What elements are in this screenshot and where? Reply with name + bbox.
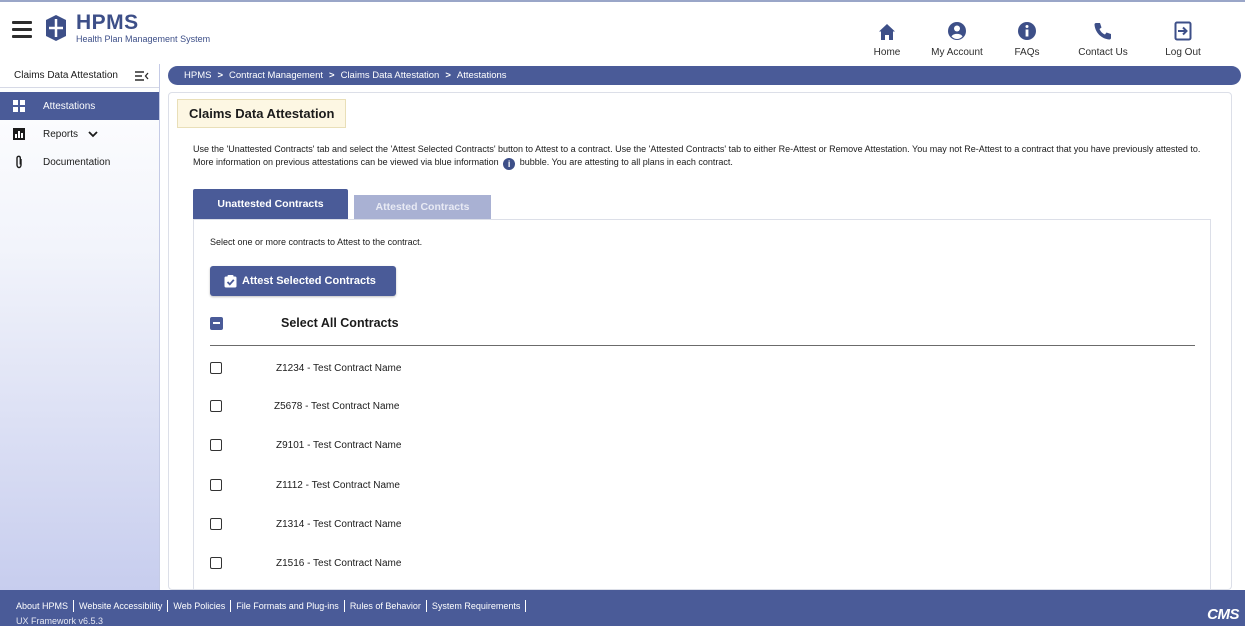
attest-selected-contracts-button[interactable]: Attest Selected Contracts <box>210 266 396 296</box>
app-subtitle: Health Plan Management System <box>76 34 211 44</box>
contract-checkbox[interactable] <box>210 400 222 412</box>
hamburger-menu-icon[interactable] <box>12 21 32 38</box>
tab-unattested-contracts[interactable]: Unattested Contracts <box>193 189 348 219</box>
list-item: Z5678 - Test Contract Name <box>210 398 399 414</box>
nav-log-out[interactable]: Log Out <box>1161 10 1205 58</box>
tab-attested-contracts[interactable]: Attested Contracts <box>354 195 491 219</box>
nav-home[interactable]: Home <box>867 10 907 58</box>
nav-faqs[interactable]: FAQs <box>1007 10 1047 58</box>
divider <box>210 345 1195 346</box>
list-item: Z9101 - Test Contract Name <box>210 437 401 453</box>
contract-label: Z1112 - Test Contract Name <box>276 479 400 491</box>
nav-contact-us[interactable]: Contact Us <box>1073 10 1133 58</box>
breadcrumb-separator-icon: > <box>445 70 451 81</box>
home-icon <box>879 24 895 40</box>
breadcrumb-item-hpms[interactable]: HPMS <box>184 70 211 81</box>
instructions-text: Use the 'Unattested Contracts' tab and s… <box>193 144 1201 170</box>
contract-checkbox[interactable] <box>210 479 222 491</box>
breadcrumb-separator-icon: > <box>329 70 335 81</box>
sidebar-item-documentation[interactable]: Documentation <box>0 148 159 176</box>
breadcrumb-item-attestations: Attestations <box>456 70 507 81</box>
main-content: Claims Data Attestation Use the 'Unattes… <box>168 92 1232 590</box>
footer-link-system-requirements[interactable]: System Requirements <box>427 600 527 612</box>
sidebar-item-reports[interactable]: Reports <box>0 120 159 148</box>
footer-link-file-formats[interactable]: File Formats and Plug-ins <box>231 600 345 612</box>
cms-logo: CMS <box>1207 606 1239 623</box>
page-title: Claims Data Attestation <box>177 99 347 128</box>
logout-icon <box>1174 21 1192 41</box>
paperclip-icon <box>12 155 26 169</box>
sidebar-item-attestations[interactable]: Attestations <box>0 92 159 120</box>
checkbox-checked-icon <box>224 274 237 287</box>
contract-label: Z9101 - Test Contract Name <box>276 439 402 451</box>
sidebar: Claims Data Attestation Attestations Rep… <box>0 64 160 590</box>
contract-checkbox[interactable] <box>210 439 222 451</box>
footer-link-rules-of-behavior[interactable]: Rules of Behavior <box>345 600 427 612</box>
contract-checkbox[interactable] <box>210 518 222 530</box>
list-item: Z1314 - Test Contract Name <box>210 516 401 532</box>
info-icon <box>1018 22 1036 40</box>
hpms-logo[interactable]: HPMS Health Plan Management System <box>44 12 210 45</box>
sidebar-item-label: Reports <box>43 128 79 140</box>
list-item: Z1516 - Test Contract Name <box>210 555 401 571</box>
footer-link-website-accessibility[interactable]: Website Accessibility <box>74 600 169 612</box>
list-item: Z1112 - Test Contract Name <box>210 477 400 493</box>
collapse-sidebar-icon[interactable] <box>135 70 149 81</box>
sidebar-heading: Claims Data Attestation <box>14 70 118 81</box>
breadcrumb: HPMS > Contract Management > Claims Data… <box>168 66 1241 85</box>
contract-checkbox[interactable] <box>210 557 222 569</box>
top-navigation: Home My Account FAQs Contact Us Log Out <box>865 10 1245 60</box>
unattested-contracts-panel: Select one or more contracts to Attest t… <box>193 219 1211 589</box>
breadcrumb-item-contract-management[interactable]: Contract Management <box>229 70 323 81</box>
footer-link-web-policies[interactable]: Web Policies <box>168 600 232 612</box>
breadcrumb-separator-icon: > <box>217 70 224 81</box>
select-hint: Select one or more contracts to Attest t… <box>210 237 423 247</box>
nav-my-account[interactable]: My Account <box>927 10 987 58</box>
footer-link-about-hpms[interactable]: About HPMS <box>16 600 75 612</box>
hpms-shield-icon <box>46 15 66 41</box>
phone-icon <box>1094 23 1111 40</box>
info-bubble-icon: i <box>503 158 516 170</box>
contract-checkbox[interactable] <box>210 362 222 374</box>
grid-icon <box>12 99 26 113</box>
account-icon <box>948 22 966 40</box>
app-title: HPMS <box>76 11 139 34</box>
bar-chart-icon <box>12 127 26 141</box>
sidebar-header: Claims Data Attestation <box>0 64 159 88</box>
select-all-row: Select All Contracts <box>210 316 399 330</box>
footer: About HPMS Website Accessibility Web Pol… <box>0 590 1245 626</box>
footer-links: About HPMS Website Accessibility Web Pol… <box>16 600 527 612</box>
select-all-label: Select All Contracts <box>281 316 399 330</box>
chevron-down-icon[interactable] <box>88 130 98 138</box>
sidebar-item-label: Attestations <box>43 100 96 112</box>
contract-label: Z1234 - Test Contract Name <box>276 362 402 374</box>
sidebar-item-label: Documentation <box>43 156 111 168</box>
select-all-checkbox[interactable] <box>210 316 223 330</box>
app-header: HPMS Health Plan Management System Home … <box>0 0 1245 64</box>
contract-label: Z5678 - Test Contract Name <box>274 400 400 412</box>
breadcrumb-item-claims-data-attestation[interactable]: Claims Data Attestation <box>341 70 440 81</box>
footer-version: UX Framework v6.5.3 <box>16 616 104 626</box>
contract-label: Z1314 - Test Contract Name <box>276 518 402 530</box>
contract-label: Z1516 - Test Contract Name <box>276 557 402 569</box>
list-item: Z1234 - Test Contract Name <box>210 360 401 376</box>
